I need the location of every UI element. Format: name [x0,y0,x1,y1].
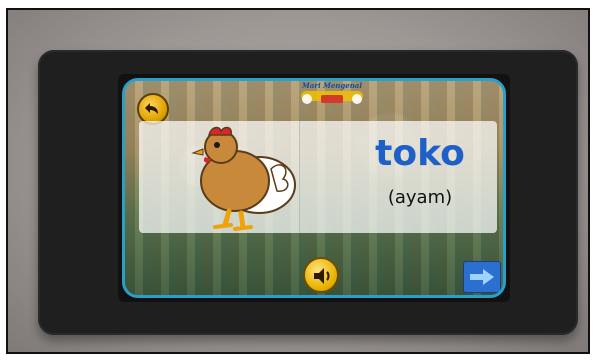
word-label: toko [375,133,465,174]
right-arrow-icon [470,269,494,285]
chicken-icon [191,126,296,231]
speaker-icon [314,268,330,284]
translation-label: (ayam) [387,187,453,208]
back-arrow-icon [145,103,158,114]
phone-screen: Mari Mengenal toko (ayam) [118,74,510,302]
app-window: Mari Mengenal toko (ayam) [122,78,506,298]
photo-frame: Mari Mengenal toko (ayam) [6,8,590,354]
phone-device: Mari Mengenal toko (ayam) [38,50,578,335]
play-sound-button[interactable] [303,257,339,293]
logo-art [301,91,363,104]
next-button[interactable] [463,261,501,293]
app-logo: Mari Mengenal [295,81,369,113]
